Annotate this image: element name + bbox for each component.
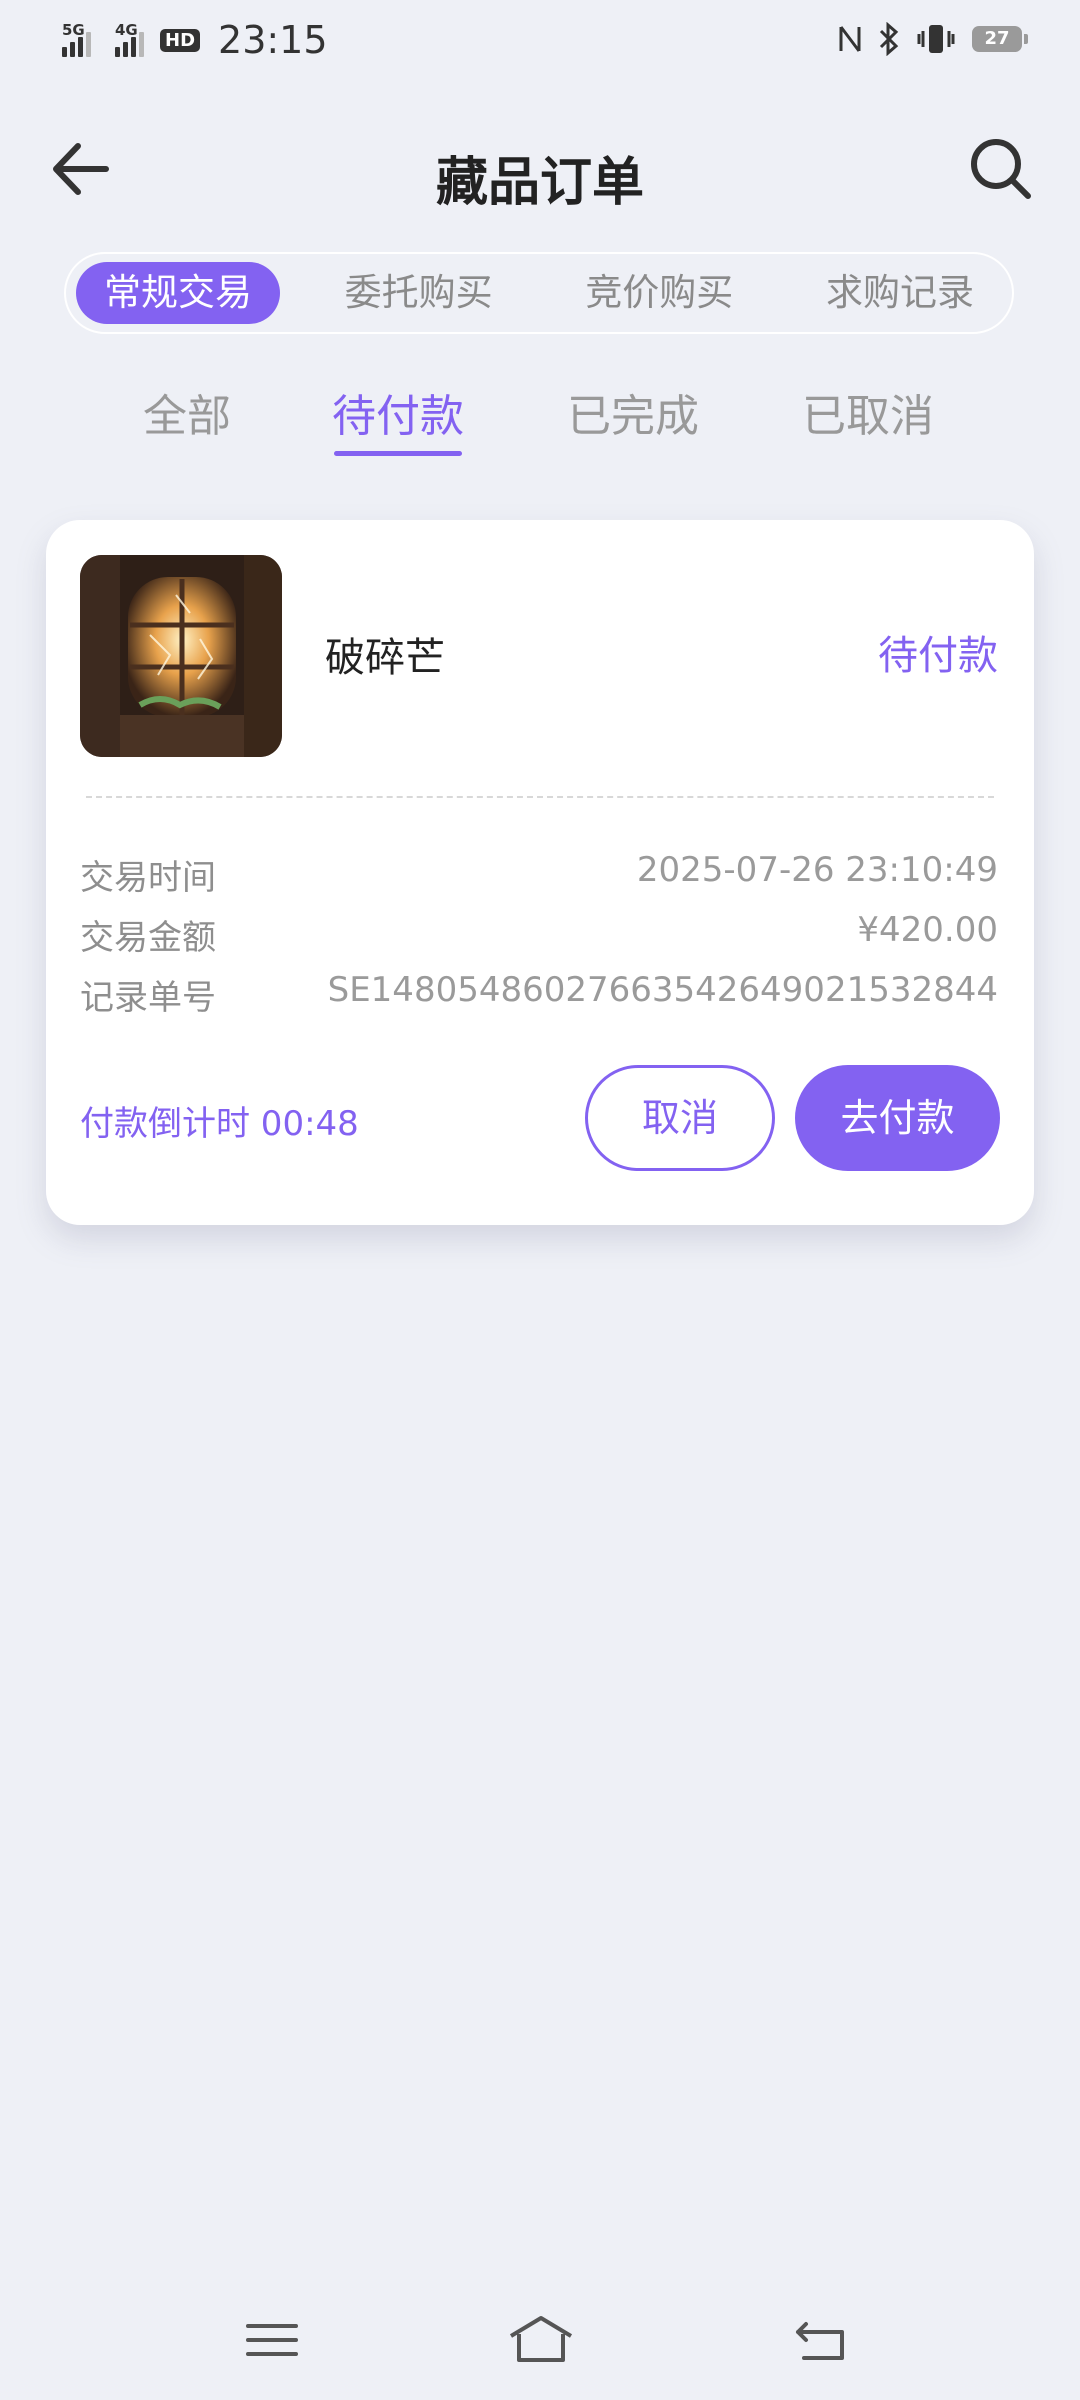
vibrate-icon [917,25,955,53]
trade-amount-label: 交易金额 [80,918,216,958]
network-4g-label: 4G [115,21,138,39]
trade-type-segment: 常规交易 委托购买 竞价购买 求购记录 [64,252,1014,334]
home-icon[interactable] [505,2312,577,2368]
status-bar-right: 27 [838,22,1028,56]
back-nav-icon[interactable] [792,2312,852,2368]
collectible-thumbnail [80,555,282,757]
status-bar: 5G 4G HD 23:15 27 [0,0,1080,84]
order-status-tabs: 全部 待付款 已完成 已取消 [0,380,1080,460]
battery-icon: 27 [972,26,1028,52]
tab-completed[interactable]: 已完成 [567,380,699,444]
record-number-value: SE14805486027663542649021532844 [327,970,998,1010]
nfc-icon [839,26,861,52]
record-number-row: 记录单号 SE14805486027663542649021532844 [80,970,998,1020]
trade-time-label: 交易时间 [80,858,216,898]
trade-time-value: 2025-07-26 23:10:49 [636,850,998,890]
payment-countdown: 付款倒计时 00:48 [80,1104,359,1144]
menu-icon[interactable] [242,2312,302,2368]
search-icon[interactable] [966,134,1036,204]
bluetooth-icon [879,22,899,56]
status-bar-left: 5G 4G HD 23:15 [62,18,328,62]
cancel-button[interactable]: 取消 [585,1065,775,1171]
tab-all[interactable]: 全部 [143,380,231,444]
trade-amount-row: 交易金额 ¥420.00 [80,910,998,960]
segment-entrust-buy[interactable]: 委托购买 [317,262,521,324]
system-nav-bar [0,2300,1080,2380]
record-number-label: 记录单号 [80,978,216,1018]
segment-bid-buy[interactable]: 竞价购买 [557,262,761,324]
card-divider [86,796,994,798]
tab-cancelled[interactable]: 已取消 [802,380,934,444]
app-header: 藏品订单 [0,120,1080,220]
pay-button[interactable]: 去付款 [795,1065,1000,1171]
hd-voice-icon: HD [160,28,201,52]
status-time: 23:15 [218,18,328,62]
collectible-name: 破碎芒 [325,635,445,681]
page-title: 藏品订单 [435,153,644,213]
trade-time-row: 交易时间 2025-07-26 23:10:49 [80,850,998,900]
segment-regular-trade[interactable]: 常规交易 [76,262,280,324]
segment-want-buy-records[interactable]: 求购记录 [798,262,1002,324]
order-card[interactable]: 破碎芒 待付款 交易时间 2025-07-26 23:10:49 交易金额 ¥4… [46,520,1034,1225]
network-5g-label: 5G [62,21,85,39]
signal-4g-icon: 4G [115,21,144,57]
order-status-badge: 待付款 [878,633,998,679]
tab-pending-payment[interactable]: 待付款 [332,380,464,456]
signal-5g-icon: 5G [62,21,91,57]
trade-amount-value: ¥420.00 [857,910,998,950]
